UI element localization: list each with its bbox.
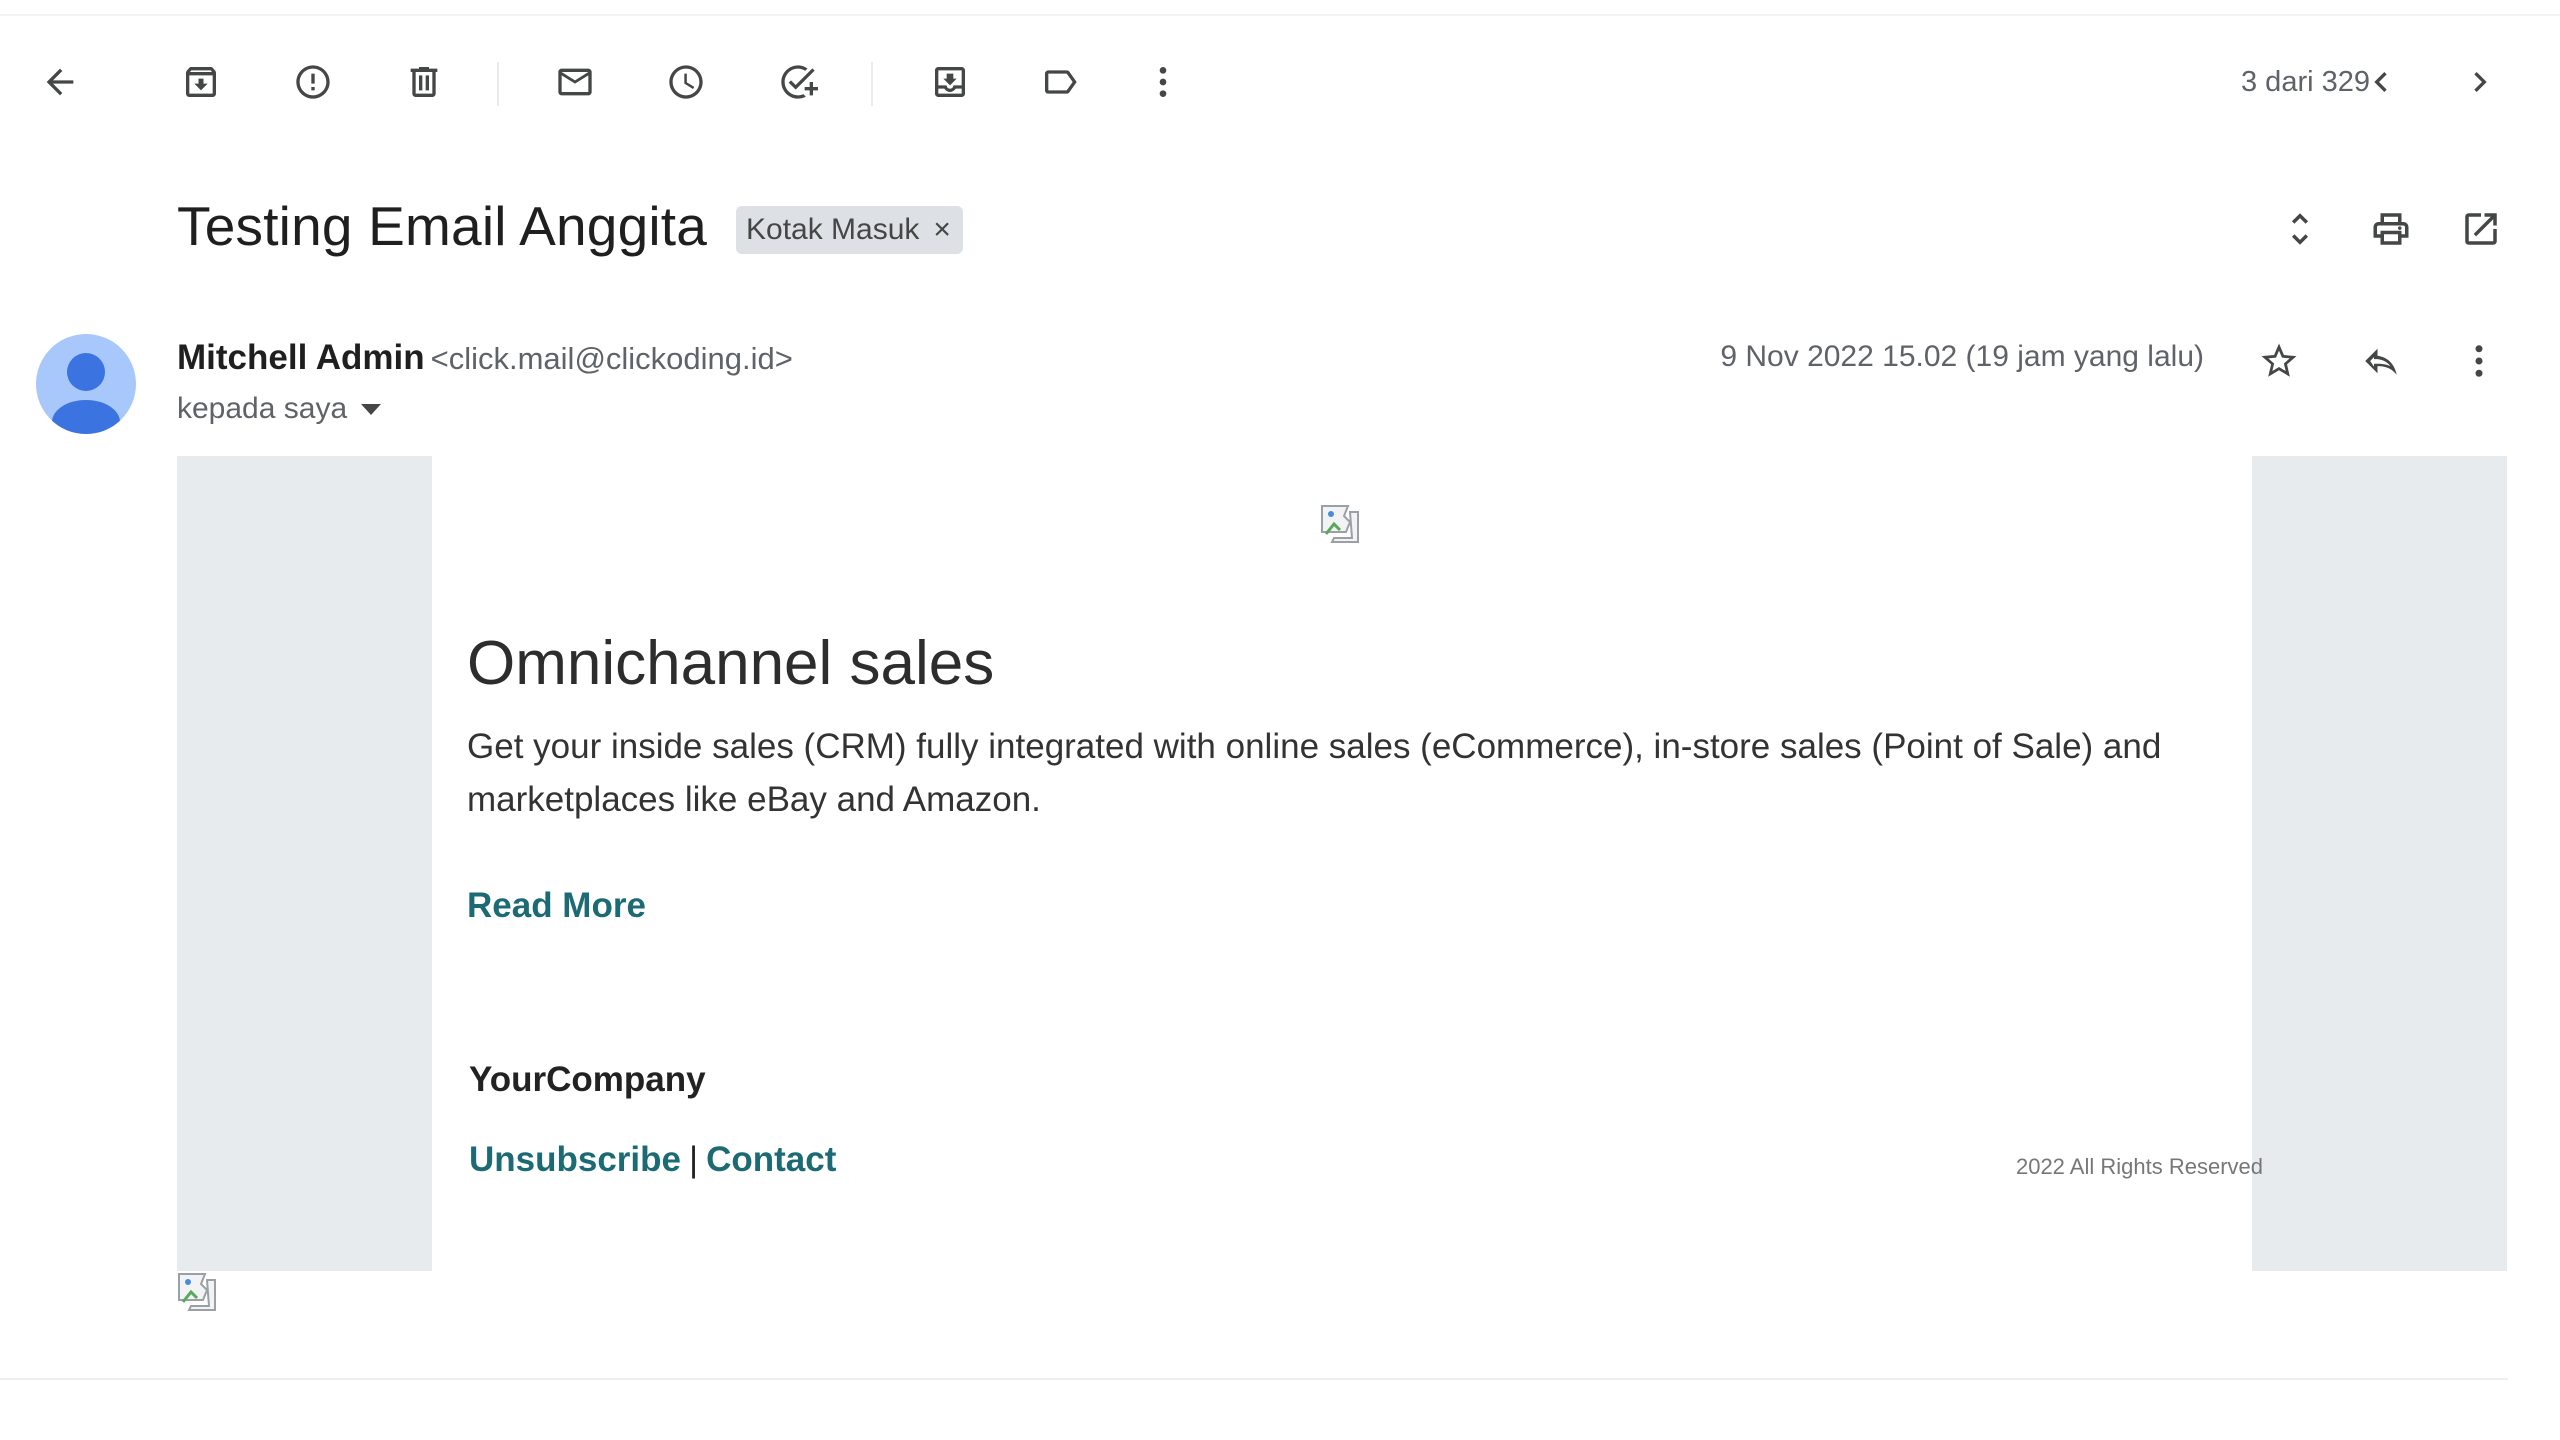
back-button[interactable] — [25, 47, 95, 117]
person-icon — [52, 353, 120, 434]
reply-icon — [2365, 348, 2397, 375]
chevron-right-icon — [2474, 72, 2487, 92]
sender-name[interactable]: Mitchell Admin — [177, 338, 425, 377]
message-toolbar: 3 dari 329 — [0, 40, 2560, 124]
more-options-button[interactable] — [1128, 47, 1198, 117]
star-icon — [2261, 343, 2297, 377]
caret-down-icon — [361, 403, 382, 415]
archive-icon — [186, 67, 216, 97]
inbox-label-chip[interactable]: Kotak Masuk × — [736, 206, 963, 254]
report-spam-icon — [296, 65, 330, 99]
reply-button[interactable] — [2346, 326, 2416, 396]
star-button[interactable] — [2244, 326, 2314, 396]
subject-row: Testing Email Anggita Kotak Masuk × — [0, 180, 2560, 280]
body-right-panel — [2252, 456, 2507, 1271]
clock-icon — [669, 65, 703, 99]
message-date: 9 Nov 2022 15.02 (19 jam yang lalu) — [1720, 340, 2204, 373]
open-new-window-button[interactable] — [2446, 194, 2516, 264]
recipient-details-toggle[interactable]: kepada saya — [177, 392, 382, 426]
top-border — [0, 0, 2560, 16]
sender-email: <click.mail@clickoding.id> — [430, 341, 793, 376]
company-name: YourCompany — [469, 1060, 706, 1099]
add-task-icon — [781, 65, 818, 99]
newer-button[interactable] — [2346, 47, 2416, 117]
toolbar-divider — [871, 62, 873, 106]
copyright-text: 2022 All Rights Reserved — [2015, 1154, 2263, 1179]
delete-button[interactable] — [389, 47, 459, 117]
email-headline: Omnichannel sales — [467, 629, 995, 698]
print-button[interactable] — [2356, 194, 2426, 264]
snooze-button[interactable] — [651, 47, 721, 117]
sender-line: Mitchell Admin <click.mail@clickoding.id> — [177, 338, 793, 378]
message-counter: 3 dari 329 — [2241, 66, 2370, 98]
label-chip-text: Kotak Masuk — [746, 213, 920, 246]
broken-image-icon — [178, 1273, 216, 1311]
unfold-icon — [2291, 213, 2309, 245]
message-more-button[interactable] — [2444, 326, 2514, 396]
email-paragraph: Get your inside sales (CRM) fully integr… — [467, 727, 2162, 819]
move-to-button[interactable] — [915, 47, 985, 117]
printer-icon — [2373, 213, 2409, 245]
mark-unread-button[interactable] — [540, 47, 610, 117]
contact-link[interactable]: Contact — [706, 1140, 836, 1179]
unsubscribe-link[interactable]: Unsubscribe — [469, 1140, 681, 1179]
more-vert-icon — [2475, 345, 2483, 377]
sender-avatar[interactable] — [36, 334, 136, 434]
open-in-new-icon — [2465, 213, 2497, 245]
older-button[interactable] — [2445, 47, 2515, 117]
email-subject: Testing Email Anggita — [177, 195, 708, 257]
broken-image-icon — [1321, 505, 1359, 543]
remove-label-button[interactable]: × — [933, 213, 951, 247]
label-icon — [1045, 70, 1077, 94]
toolbar-divider — [497, 62, 499, 106]
body-left-panel — [177, 456, 432, 1271]
label-button[interactable] — [1025, 47, 1095, 117]
report-spam-button[interactable] — [278, 47, 348, 117]
add-task-button[interactable] — [763, 47, 833, 117]
expand-all-button[interactable] — [2265, 194, 2335, 264]
recipient-text: kepada saya — [177, 392, 348, 425]
footer-links: Unsubscribe | Contact — [469, 1140, 836, 1180]
trash-icon — [410, 67, 438, 97]
email-body: Omnichannel sales Get your inside sales … — [177, 456, 2507, 1271]
read-more-link[interactable]: Read More — [467, 886, 646, 926]
message-divider — [0, 1378, 2508, 1380]
more-vert-icon — [1159, 67, 1167, 97]
archive-button[interactable] — [166, 47, 236, 117]
chevron-left-icon — [2374, 72, 2387, 92]
link-separator: | — [689, 1140, 699, 1179]
envelope-icon — [558, 68, 592, 96]
move-to-icon — [935, 67, 965, 97]
arrow-left-icon — [46, 68, 74, 96]
